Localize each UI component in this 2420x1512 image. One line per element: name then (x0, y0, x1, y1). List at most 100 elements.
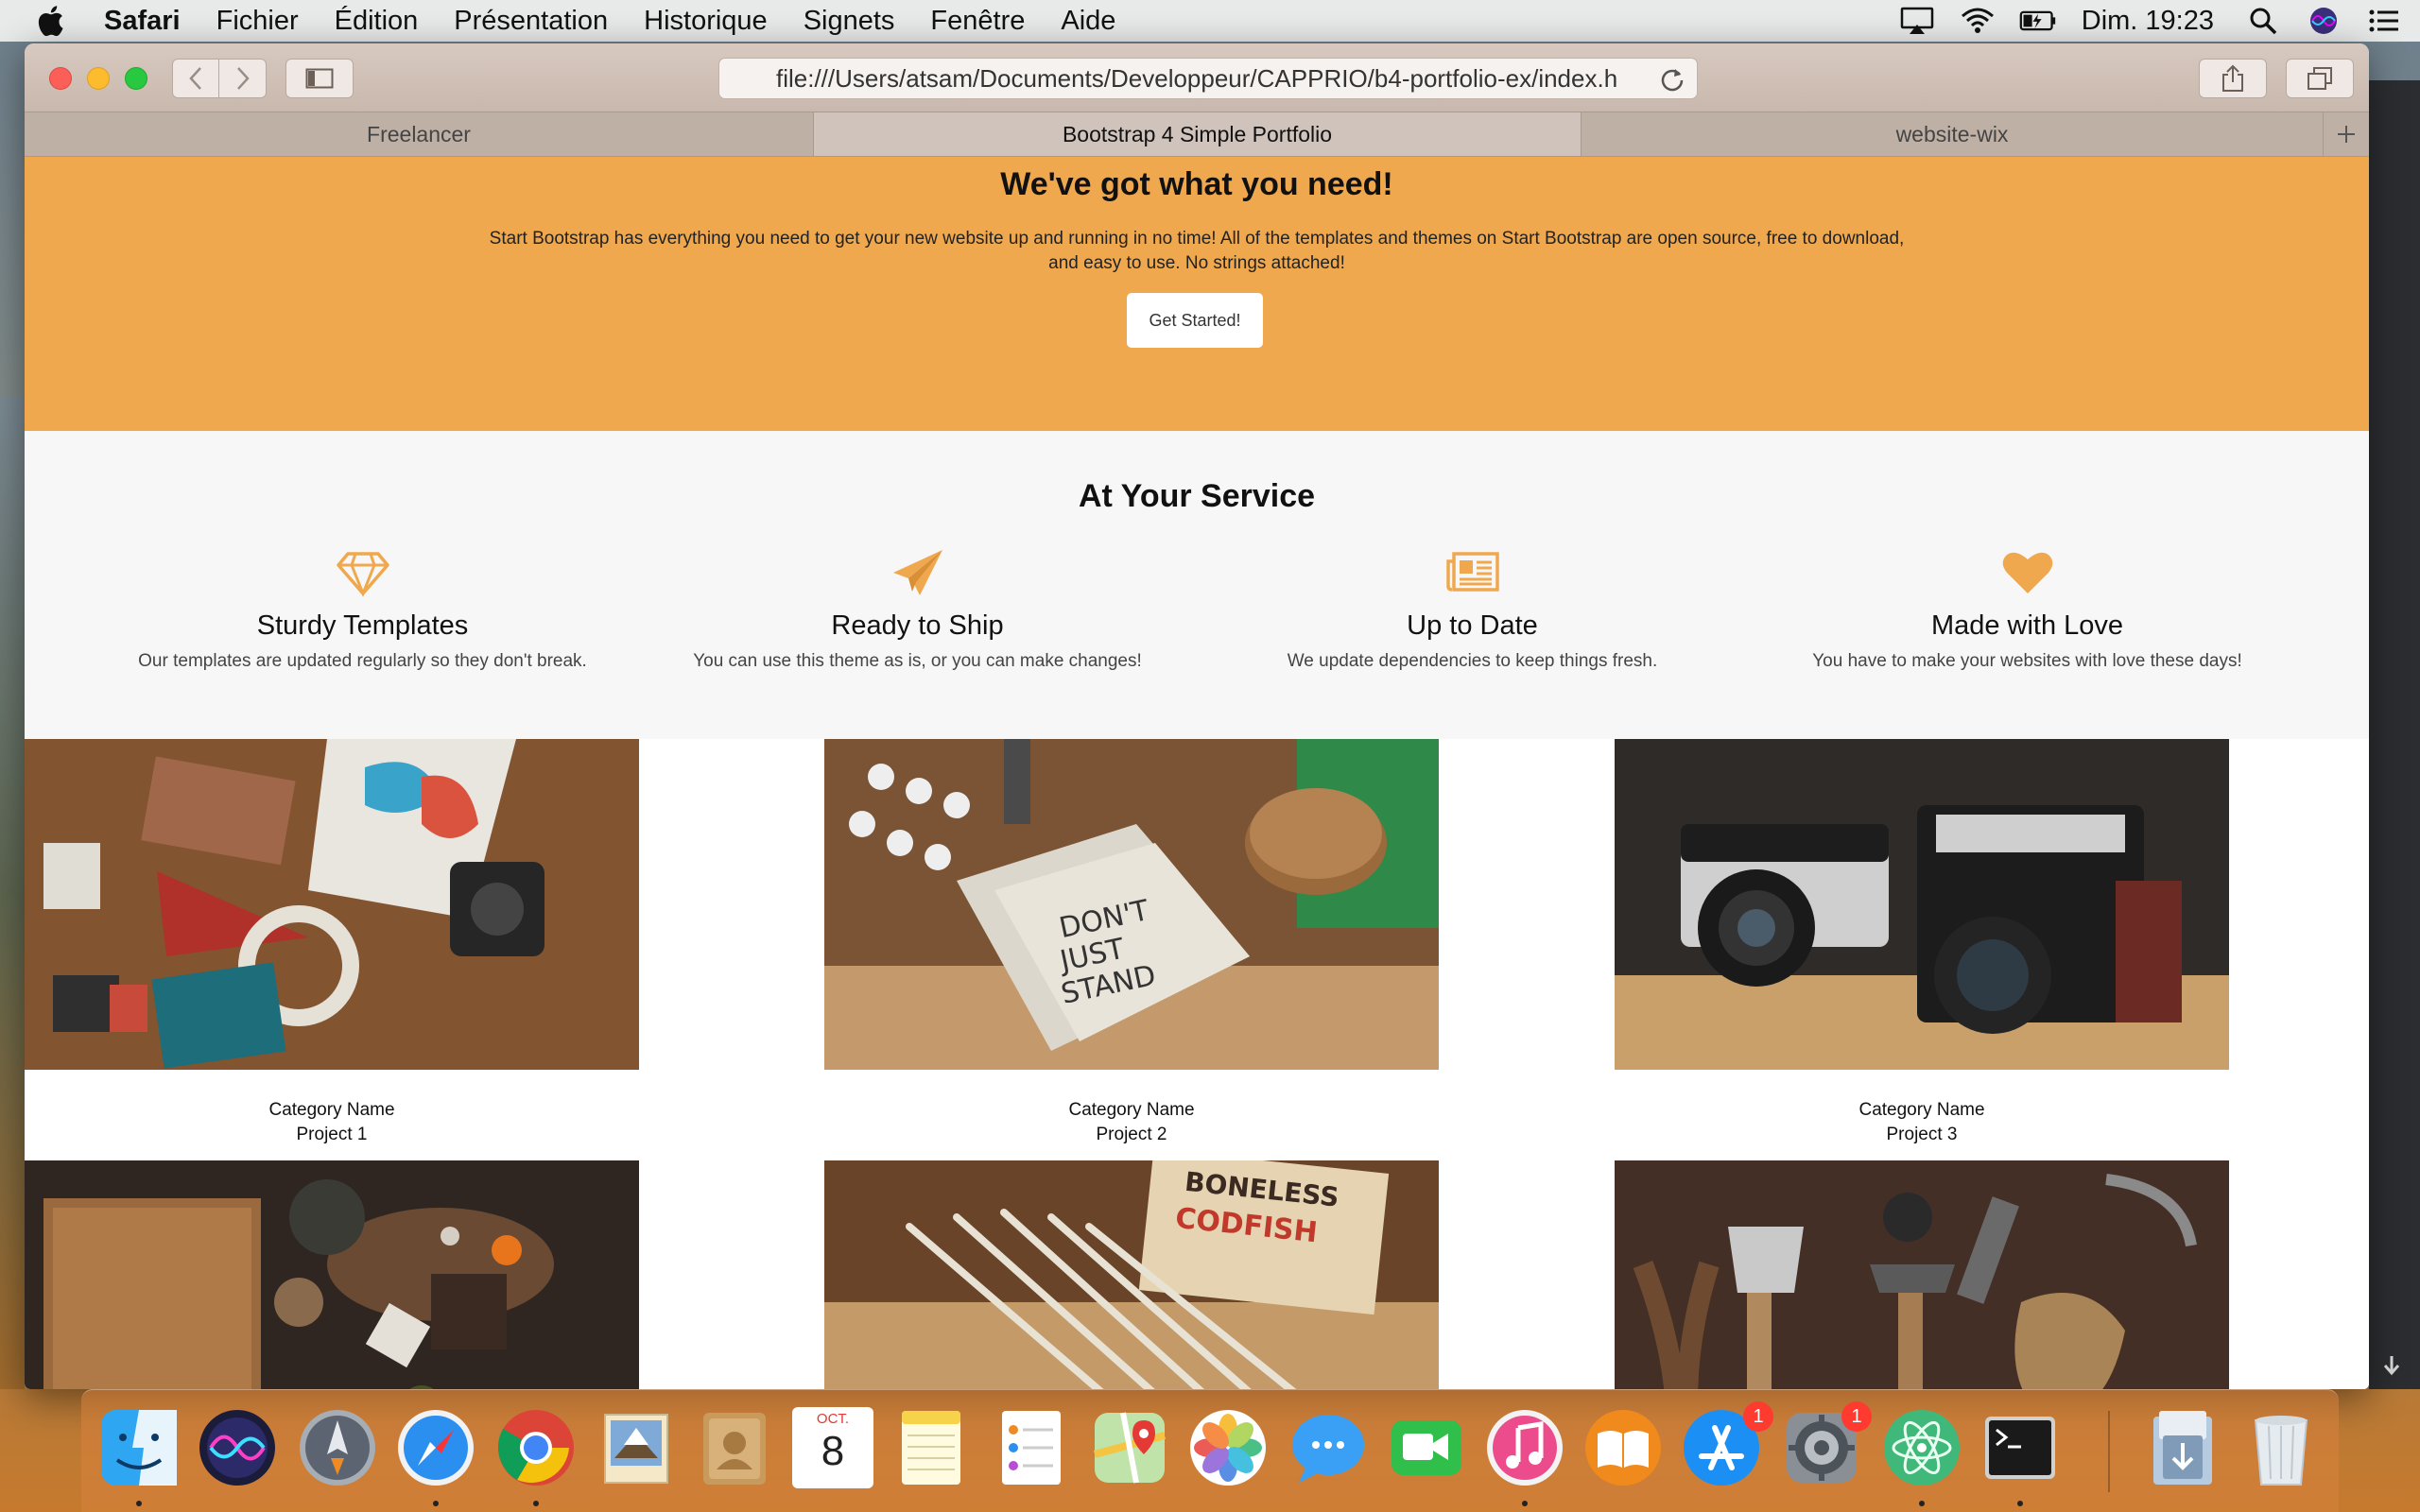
new-tab-button[interactable] (2324, 112, 2369, 156)
paper-plane-icon (892, 550, 942, 595)
portfolio-project: Project 3 (1886, 1125, 1958, 1144)
service-desc: Our templates are updated regularly so t… (138, 651, 587, 671)
portfolio-item[interactable]: Category Name Project 1 (25, 739, 639, 1147)
service-desc: You have to make your websites with love… (1812, 651, 2242, 671)
portfolio-item[interactable]: DON'T JUST STAND Category Name Project 2 (824, 739, 1439, 1147)
launchpad-icon[interactable] (297, 1407, 378, 1488)
services-heading: At Your Service (1078, 478, 1316, 514)
web-page: We've got what you need! Start Bootstrap… (25, 157, 2369, 1389)
service-title: Made with Love (1930, 610, 2124, 641)
apple-menu-icon[interactable] (36, 4, 70, 38)
sidebar-toggle-button[interactable] (285, 59, 354, 98)
background-window (2369, 80, 2420, 1389)
contacts-icon[interactable] (694, 1407, 775, 1488)
menu-bar: Safari Fichier Édition Présentation Hist… (0, 0, 2420, 42)
running-indicator (533, 1501, 539, 1506)
tabs-icon (2308, 67, 2332, 90)
hero-text: Start Bootstrap has everything you need … (489, 229, 1905, 273)
service-item: Up to Date We update dependencies to kee… (1195, 548, 1750, 672)
menu-app-safari[interactable]: Safari (104, 6, 181, 37)
maps-icon[interactable] (1089, 1407, 1170, 1488)
menu-aide[interactable]: Aide (1061, 6, 1115, 37)
window-close-button[interactable] (49, 67, 72, 90)
plus-icon (2338, 126, 2355, 143)
running-indicator (433, 1501, 439, 1506)
menu-signets[interactable]: Signets (804, 6, 895, 37)
siri-icon[interactable] (2305, 5, 2342, 37)
facetime-icon[interactable] (1386, 1407, 1467, 1488)
chevron-left-icon (189, 67, 201, 90)
notes-icon[interactable] (890, 1407, 972, 1488)
address-bar[interactable]: file:///Users/atsam/Documents/Developpeu… (718, 58, 1698, 99)
calendar-icon[interactable]: OCT. 8 (792, 1407, 873, 1488)
back-button[interactable] (172, 59, 219, 98)
portfolio-item[interactable] (1615, 1160, 2229, 1389)
url-text[interactable]: file:///Users/atsam/Documents/Developpeu… (776, 64, 1617, 94)
running-indicator (1522, 1501, 1528, 1506)
service-title: Up to Date (1407, 610, 1538, 641)
notification-center-icon[interactable] (2365, 5, 2403, 37)
tab-freelancer[interactable]: Freelancer (25, 112, 814, 156)
itunes-icon[interactable] (1484, 1407, 1565, 1488)
hero-title: We've got what you need! (1000, 166, 1393, 202)
running-indicator (136, 1501, 142, 1506)
menu-fichier[interactable]: Fichier (216, 6, 299, 37)
portfolio-item[interactable] (25, 1160, 639, 1389)
mail-icon[interactable] (596, 1407, 677, 1488)
terminal-icon[interactable] (1979, 1407, 2061, 1488)
safari-window: file:///Users/atsam/Documents/Developpeu… (25, 43, 2369, 1389)
app-store-badge: 1 (1743, 1401, 1773, 1432)
portfolio-item[interactable]: BONELESS CODFISH (824, 1160, 1439, 1389)
atom-icon[interactable] (1881, 1407, 1962, 1488)
finder-icon[interactable] (98, 1407, 180, 1488)
window-minimize-button[interactable] (87, 67, 110, 90)
tab-website-wix[interactable]: website-wix (1582, 112, 2324, 156)
newspaper-icon (1445, 552, 1499, 592)
forward-button[interactable] (219, 59, 267, 98)
portfolio-image[interactable]: BONELESS CODFISH (824, 1160, 1439, 1389)
calendar-day: 8 (821, 1428, 845, 1474)
battery-icon[interactable] (2019, 5, 2057, 37)
scroll-down-arrow-icon[interactable] (2380, 1354, 2403, 1377)
service-title: Ready to Ship (831, 610, 1004, 641)
wifi-icon[interactable] (1959, 5, 1996, 37)
tab-bootstrap-portfolio[interactable]: Bootstrap 4 Simple Portfolio (814, 112, 1582, 156)
portfolio-image[interactable] (1615, 1160, 2229, 1389)
messages-icon[interactable] (1288, 1407, 1369, 1488)
portfolio-image[interactable] (25, 739, 639, 1070)
service-item: Made with Love You have to make your web… (1750, 548, 2305, 672)
chrome-icon[interactable] (495, 1407, 577, 1488)
portfolio-image[interactable] (25, 1160, 639, 1389)
portfolio-item[interactable]: Category Name Project 3 (1615, 739, 2229, 1147)
airplay-icon[interactable] (1898, 5, 1936, 37)
safari-icon[interactable] (395, 1407, 476, 1488)
spotlight-icon[interactable] (2244, 5, 2282, 37)
menu-edition[interactable]: Édition (335, 6, 419, 37)
get-started-button[interactable]: Get Started! (1127, 293, 1263, 348)
trash-icon[interactable] (2240, 1407, 2322, 1488)
portfolio-category: Category Name (1068, 1100, 1195, 1120)
menu-presentation[interactable]: Présentation (454, 6, 608, 37)
share-button[interactable] (2199, 59, 2267, 98)
downloads-icon[interactable] (2142, 1407, 2223, 1488)
siri-icon[interactable] (197, 1407, 278, 1488)
services-section: At Your Service Sturdy Templates Our tem… (25, 431, 2369, 739)
menu-fenetre[interactable]: Fenêtre (930, 6, 1025, 37)
tab-overview-button[interactable] (2286, 59, 2354, 98)
service-desc: You can use this theme as is, or you can… (693, 651, 1142, 671)
books-icon[interactable] (1582, 1407, 1664, 1488)
dock: OCT. 8 1 1 (81, 1389, 2339, 1512)
photos-icon[interactable] (1187, 1407, 1269, 1488)
chevron-right-icon (236, 67, 250, 90)
portfolio-image[interactable]: DON'T JUST STAND (824, 739, 1439, 1070)
menubar-clock[interactable]: Dim. 19:23 (2082, 6, 2214, 37)
reload-icon[interactable] (1659, 66, 1685, 93)
portfolio-image[interactable] (1615, 739, 2229, 1070)
menu-historique[interactable]: Historique (644, 6, 768, 37)
dock-separator (2108, 1411, 2110, 1492)
window-zoom-button[interactable] (125, 67, 147, 90)
reminders-icon[interactable] (991, 1407, 1072, 1488)
diamond-icon (336, 552, 389, 597)
running-indicator (1919, 1501, 1925, 1506)
browser-toolbar: file:///Users/atsam/Documents/Developpeu… (25, 43, 2369, 112)
